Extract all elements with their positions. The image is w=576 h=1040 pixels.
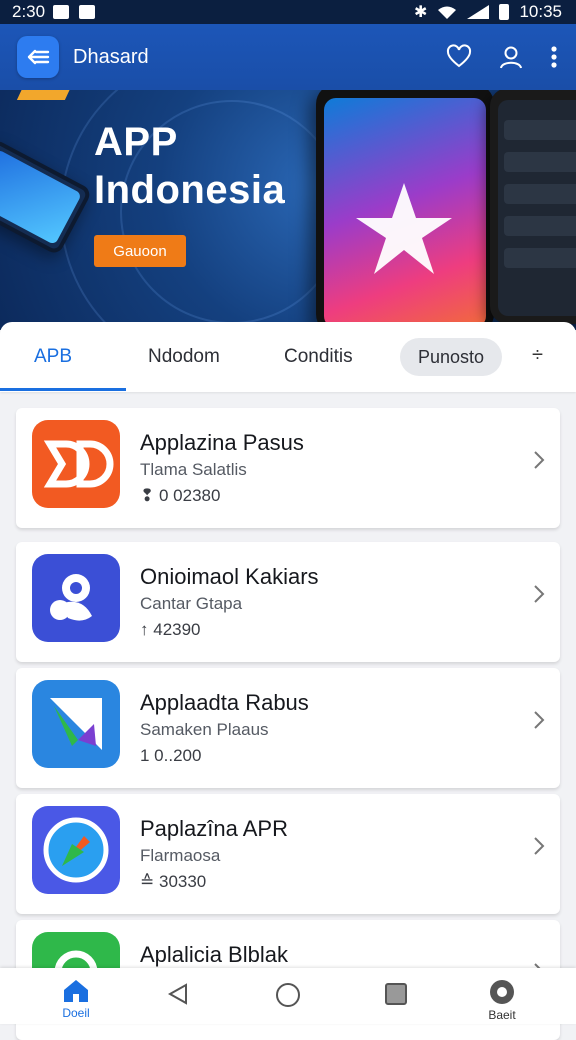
app-name: Paplazîna APR [140,816,288,841]
active-tab-indicator [0,388,126,391]
nav-settings[interactable]: Baeit [472,968,532,1024]
more-options-icon[interactable] [550,44,558,70]
signal-icon [467,5,490,19]
app-name: Applaadta Rabus [140,690,309,715]
nav-home-label: Doeil [62,1006,90,1020]
tab-apb[interactable]: APB [34,346,72,368]
tab-overflow-icon[interactable]: ÷ [532,344,543,367]
system-recents-button[interactable] [366,968,426,1024]
list-item[interactable]: Applazina Pasus Tlama Salatlis ❢ 0 02380 [16,408,560,528]
app-name: Applazina Pasus [140,430,304,455]
square-recents-icon [385,983,407,1005]
app-bar: Dhasard [0,24,576,90]
banner-cta-button[interactable]: Gauoon [94,235,186,267]
download-count-icon: ≙ [140,872,155,891]
nav-settings-label: Baeit [488,1008,516,1022]
blue-blob-icon [32,554,120,642]
compass-icon [32,806,120,894]
battery-icon [499,4,510,20]
app-name: Onioimaol Kakiars [140,564,319,589]
bluetooth-icon: ✱ [414,4,428,21]
blue-arrow-icon [32,680,120,768]
banner-phone-back-image [490,90,576,324]
nav-home[interactable]: Doeil [46,968,106,1024]
banner-phone-main-image [316,90,494,330]
status-time-left: 2:30 [12,2,46,21]
home-icon [64,980,88,1002]
status-bar: 2:30 ✱ 10:35 [0,0,576,24]
list-item[interactable]: Paplazîna APR Flarmaosa ≙ 30330 [16,794,560,914]
gallery-notification-icon [53,5,70,19]
system-back-button[interactable] [148,968,208,1024]
message-notification-icon [79,5,96,19]
download-count: 30330 [158,872,207,891]
promo-banner[interactable]: APP Indonesia Gauoon [0,90,576,330]
system-home-button[interactable] [258,968,318,1024]
bottom-navigation: Doeil Baeit [0,968,576,1024]
app-meta: ↑ 42390 [140,620,201,640]
app-developer: Flarmaosa [140,846,221,865]
download-count: 1 0..200 [140,746,202,765]
chevron-right-icon [534,837,545,855]
triangle-back-icon [167,983,187,1005]
banner-accent-shape [16,90,76,100]
tab-punosto[interactable]: Punosto [400,338,503,376]
tab-ndodom[interactable]: Ndodom [148,346,220,368]
back-button[interactable] [17,36,59,78]
orange-od-icon [32,420,120,508]
favorites-heart-icon[interactable] [446,44,472,70]
back-arrow-icon [27,49,50,65]
banner-headline-line2: Indonesia [94,168,286,212]
download-count: 0 02380 [158,486,221,505]
status-time-right: 10:35 [519,2,562,21]
star-logo-icon [356,183,452,274]
app-meta: ≙ 30330 [140,872,206,892]
list-item[interactable]: Applaadta Rabus Samaken Plaaus 1 0..200 [16,668,560,788]
app-developer: Samaken Plaaus [140,720,269,739]
download-count-icon: ↑ [140,620,149,639]
chevron-right-icon [534,451,545,469]
app-developer: Tlama Salatlis [140,460,247,479]
chevron-right-icon [534,711,545,729]
app-meta: ❢ 0 02380 [140,486,220,506]
settings-gear-icon [490,980,514,1004]
tab-conditis[interactable]: Conditis [284,346,353,368]
page-title: Dhasard [73,45,149,68]
circle-home-icon [276,983,300,1007]
banner-headline-line1: APP [94,120,178,164]
app-developer: Cantar Gtapa [140,594,243,613]
download-count: 42390 [153,620,201,639]
wifi-icon [438,6,457,19]
list-item[interactable]: Onioimaol Kakiars Cantar Gtapa ↑ 42390 [16,542,560,662]
app-meta: 1 0..200 [140,746,201,766]
app-name: Aplalicia Blblak [140,942,288,967]
category-tabs: APB Ndodom Conditis Punosto ÷ [0,322,576,392]
download-count-icon: ❢ [140,486,155,505]
banner-headline: APP Indonesia [94,118,285,214]
chevron-right-icon [534,585,545,603]
profile-icon[interactable] [498,44,524,70]
